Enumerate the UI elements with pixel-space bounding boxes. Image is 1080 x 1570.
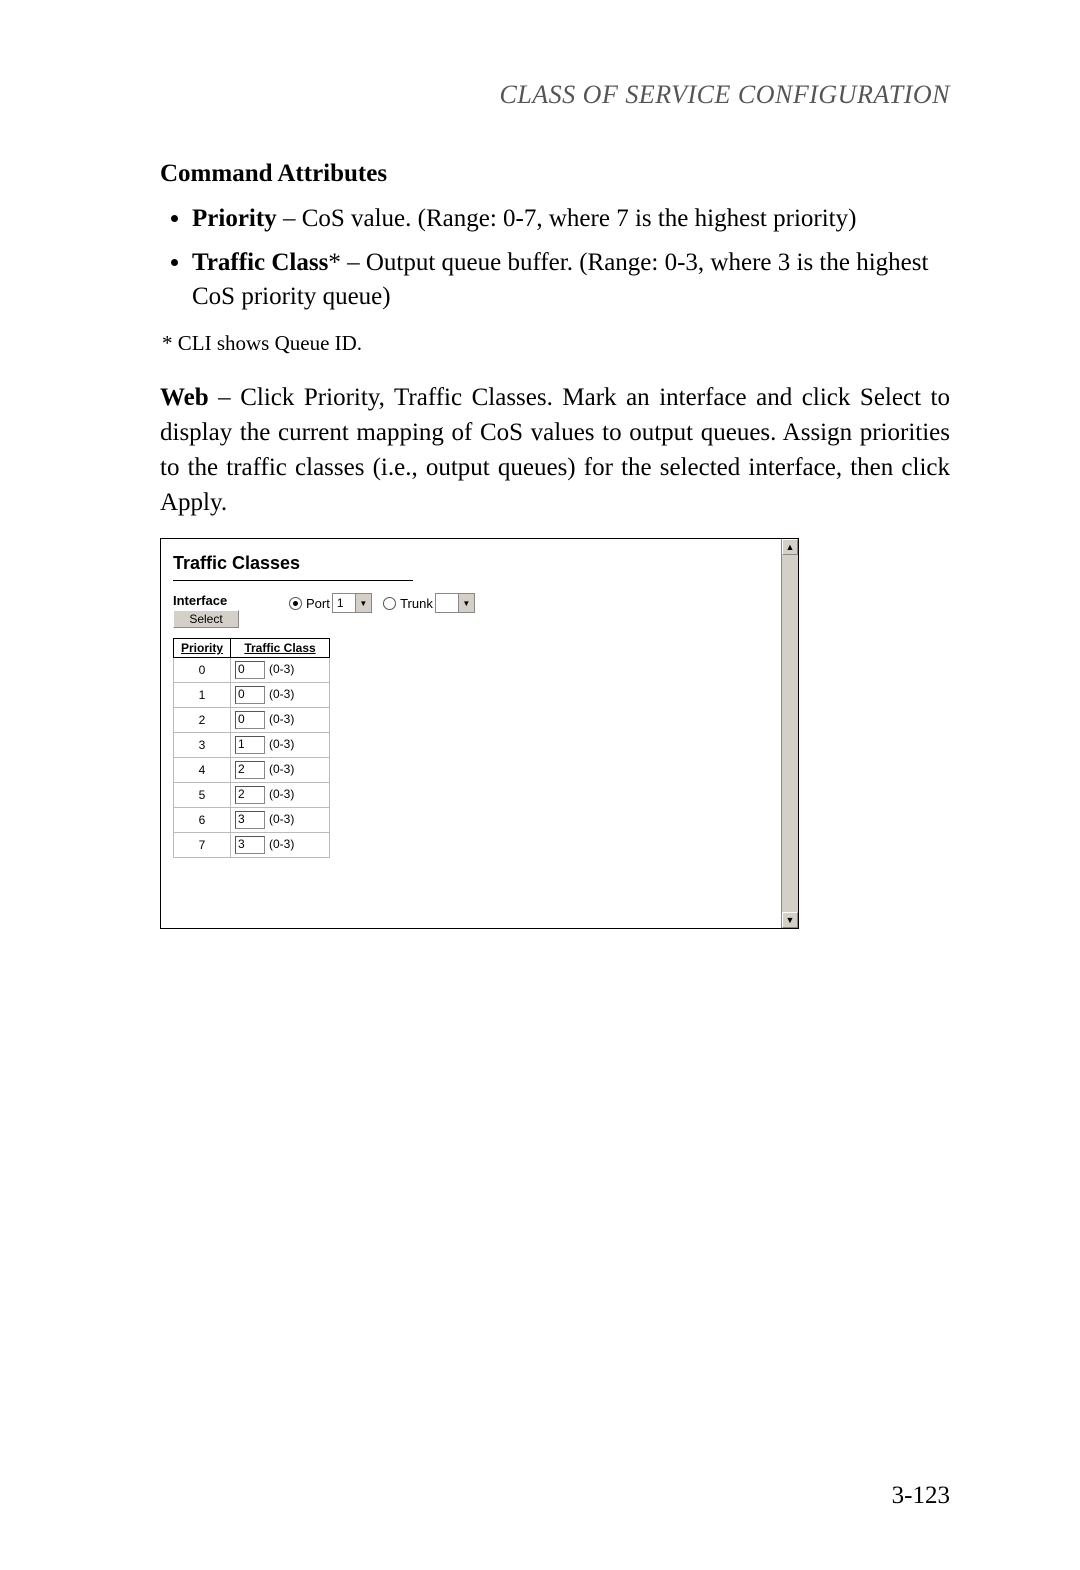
traffic-class-cell: 2 (0-3): [231, 758, 330, 783]
panel-title: Traffic Classes: [173, 547, 786, 578]
attr-traffic-class: Traffic Class* – Output queue buffer. (R…: [192, 246, 950, 314]
attr-desc: – CoS value. (Range: 0-7, where 7 is the…: [277, 205, 857, 232]
priority-cell: 4: [174, 758, 231, 783]
table-row: 20 (0-3): [174, 708, 330, 733]
port-select-value: 1: [333, 596, 355, 610]
running-head: CLASS OF SERVICE CONFIGURATION: [160, 80, 950, 110]
table-row: 52 (0-3): [174, 783, 330, 808]
table-row: 63 (0-3): [174, 808, 330, 833]
table-row: 31 (0-3): [174, 733, 330, 758]
traffic-class-cell: 1 (0-3): [231, 733, 330, 758]
attr-priority: Priority – CoS value. (Range: 0-7, where…: [192, 202, 950, 236]
traffic-class-cell: 2 (0-3): [231, 783, 330, 808]
trunk-radio[interactable]: [383, 597, 396, 610]
scroll-down-icon[interactable]: ▼: [782, 912, 798, 928]
select-button[interactable]: Select: [173, 610, 239, 628]
web-lead: Web: [160, 384, 209, 411]
table-row: 00 (0-3): [174, 658, 330, 683]
range-hint: (0-3): [269, 812, 294, 826]
attr-term: Priority: [192, 205, 277, 232]
traffic-classes-panel: ▲ ▼ Traffic Classes Interface Select Por…: [160, 538, 799, 929]
traffic-class-cell: 0 (0-3): [231, 658, 330, 683]
traffic-class-cell: 0 (0-3): [231, 683, 330, 708]
range-hint: (0-3): [269, 687, 294, 701]
trunk-select[interactable]: ▼: [435, 593, 475, 613]
priority-cell: 2: [174, 708, 231, 733]
web-instructions: Web – Click Priority, Traffic Classes. M…: [160, 380, 950, 520]
scrollbar[interactable]: ▲ ▼: [781, 539, 798, 928]
traffic-class-input[interactable]: 0: [235, 661, 265, 679]
traffic-class-input[interactable]: 3: [235, 811, 265, 829]
chevron-down-icon[interactable]: ▼: [355, 594, 371, 612]
priority-cell: 7: [174, 833, 231, 858]
attr-term: Traffic Class: [192, 249, 328, 276]
range-hint: (0-3): [269, 762, 294, 776]
traffic-class-input[interactable]: 3: [235, 836, 265, 854]
scroll-up-icon[interactable]: ▲: [782, 539, 798, 555]
page-number: 3-123: [892, 1482, 950, 1510]
priority-cell: 5: [174, 783, 231, 808]
footnote: * CLI shows Queue ID.: [162, 331, 950, 356]
web-rest: – Click Priority, Traffic Classes. Mark …: [160, 384, 950, 516]
traffic-class-input[interactable]: 0: [235, 686, 265, 704]
panel-rule: [173, 580, 413, 581]
section-title: Command Attributes: [160, 160, 950, 188]
priority-cell: 3: [174, 733, 231, 758]
traffic-class-cell: 3 (0-3): [231, 808, 330, 833]
traffic-class-cell: 0 (0-3): [231, 708, 330, 733]
range-hint: (0-3): [269, 712, 294, 726]
attributes-list: Priority – CoS value. (Range: 0-7, where…: [160, 202, 950, 313]
col-traffic-class: Traffic Class: [231, 639, 330, 658]
port-label: Port: [306, 596, 330, 611]
range-hint: (0-3): [269, 787, 294, 801]
table-row: 10 (0-3): [174, 683, 330, 708]
range-hint: (0-3): [269, 737, 294, 751]
range-hint: (0-3): [269, 662, 294, 676]
table-row: 42 (0-3): [174, 758, 330, 783]
traffic-class-input[interactable]: 2: [235, 761, 265, 779]
range-hint: (0-3): [269, 837, 294, 851]
traffic-class-input[interactable]: 1: [235, 736, 265, 754]
traffic-class-cell: 3 (0-3): [231, 833, 330, 858]
interface-radio-group: Port 1 ▼ Trunk ▼: [289, 593, 475, 613]
priority-cell: 0: [174, 658, 231, 683]
trunk-label: Trunk: [400, 596, 433, 611]
traffic-class-input[interactable]: 0: [235, 711, 265, 729]
traffic-class-table: Priority Traffic Class 00(0-3)10(0-3)20(…: [173, 638, 330, 858]
port-radio[interactable]: [289, 597, 302, 610]
attr-star: *: [328, 249, 341, 276]
priority-cell: 6: [174, 808, 231, 833]
priority-cell: 1: [174, 683, 231, 708]
port-select[interactable]: 1 ▼: [332, 593, 372, 613]
interface-label: Interface: [173, 593, 239, 608]
col-priority: Priority: [174, 639, 231, 658]
chevron-down-icon[interactable]: ▼: [458, 594, 474, 612]
table-row: 73 (0-3): [174, 833, 330, 858]
traffic-class-input[interactable]: 2: [235, 786, 265, 804]
